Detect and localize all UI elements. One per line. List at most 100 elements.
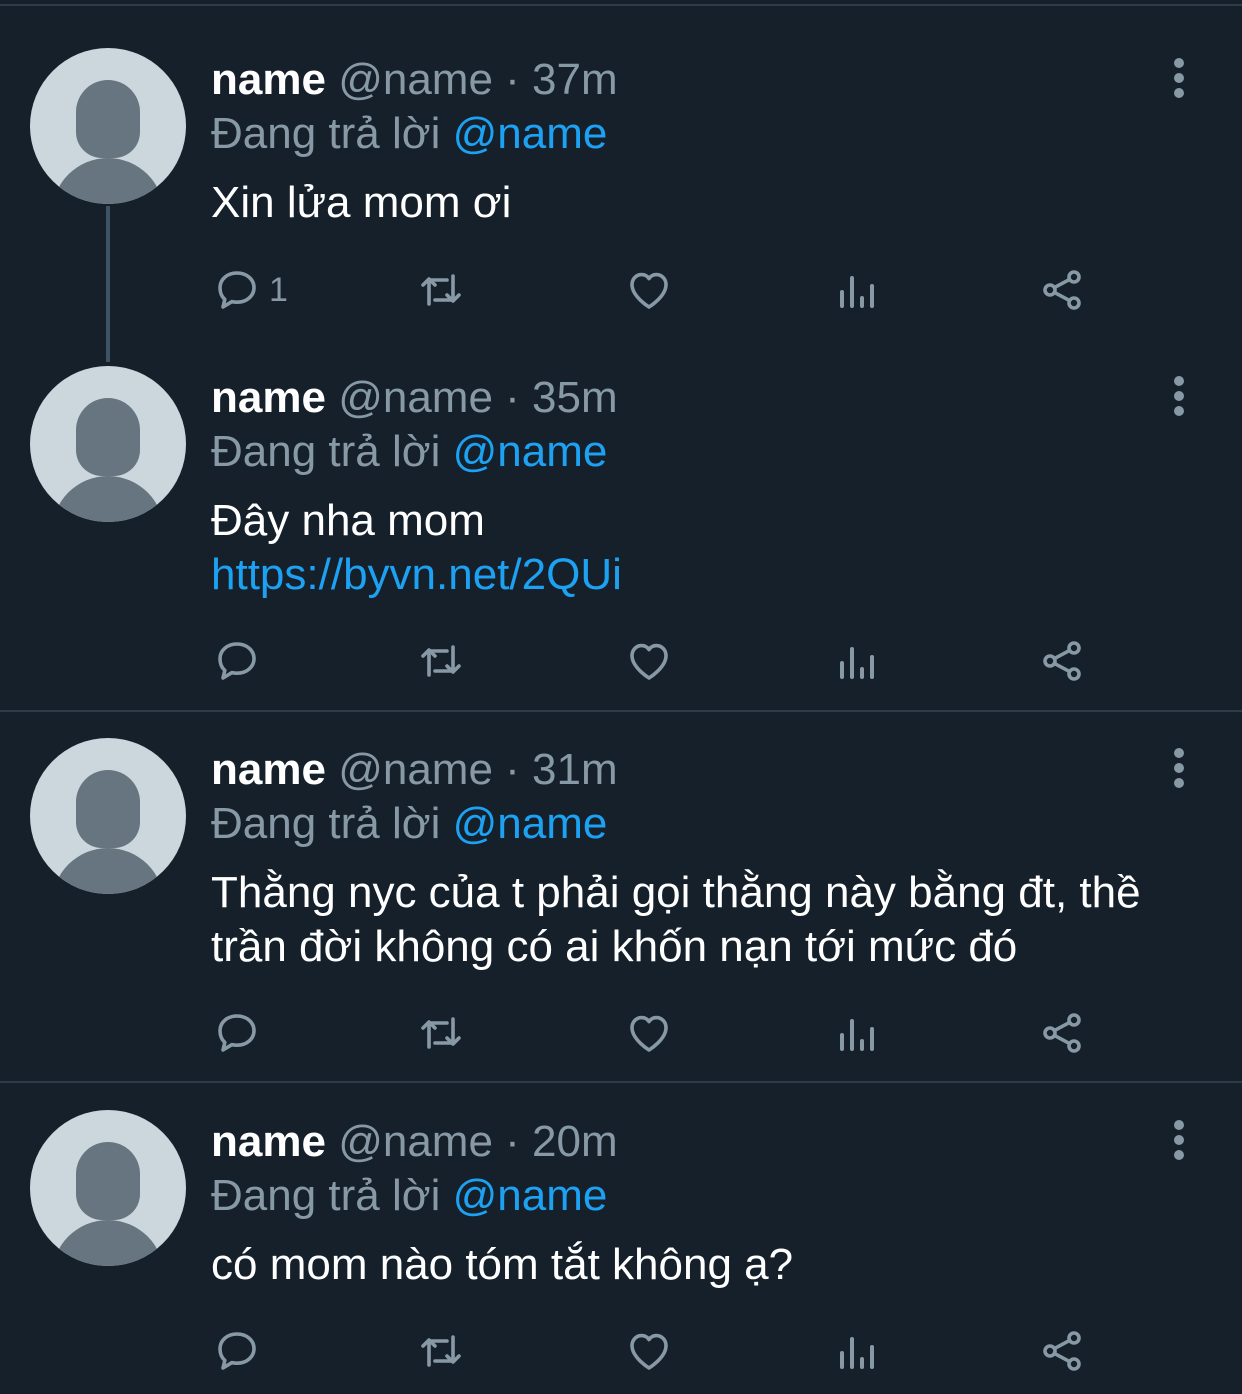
avatar-head-shape [76,398,140,476]
more-vertical-icon[interactable] [1166,1120,1192,1160]
timestamp[interactable]: 20m [532,1117,618,1166]
replying-to: Đang trả lời @name [211,1168,607,1224]
more-vertical-icon[interactable] [1166,376,1192,416]
share-button[interactable] [1038,636,1086,686]
avatar[interactable] [30,48,186,204]
reply-button[interactable] [213,1326,269,1376]
heart-icon [630,1333,668,1370]
tweet-header: name @name · 35m [211,370,618,426]
retweet-icon [421,1017,461,1049]
heart-icon [630,1015,668,1052]
handle[interactable]: @name [338,1117,493,1166]
display-name[interactable]: name [211,1117,326,1166]
avatar-head-shape [76,1142,140,1220]
reply-mention-link[interactable]: @name [453,799,608,848]
avatar[interactable] [30,738,186,894]
separator: · [505,1117,520,1166]
separator: · [505,55,520,104]
timestamp[interactable]: 37m [532,55,618,104]
share-icon [1043,270,1081,310]
like-button[interactable] [625,636,673,686]
replying-to: Đang trả lời @name [211,796,607,852]
tweet-actions [211,636,1111,686]
share-button[interactable] [1038,265,1086,315]
like-button[interactable] [625,265,673,315]
avatar-shoulders-shape [52,158,164,204]
replying-to-label: Đang trả lời [211,1171,441,1220]
retweet-icon [421,1335,461,1367]
retweet-button[interactable] [417,1326,465,1376]
handle[interactable]: @name [338,55,493,104]
analytics-icon [840,647,874,679]
like-button[interactable] [625,1008,673,1058]
retweet-button[interactable] [417,265,465,315]
tweet-1[interactable]: name @name · 37m Đang trả lời @name Xin … [0,48,1242,328]
tweet-actions [211,1326,1111,1376]
avatar[interactable] [30,366,186,522]
tweet-divider [0,1081,1242,1083]
more-vertical-icon[interactable] [1166,748,1192,788]
share-button[interactable] [1038,1008,1086,1058]
display-name[interactable]: name [211,745,326,794]
like-button[interactable] [625,1326,673,1376]
share-icon [1043,641,1081,681]
analytics-icon [840,1019,874,1051]
reply-mention-link[interactable]: @name [453,1171,608,1220]
analytics-icon [840,1337,874,1369]
reply-mention-link[interactable]: @name [453,427,608,476]
more-vertical-icon[interactable] [1166,58,1192,98]
display-name[interactable]: name [211,373,326,422]
display-name[interactable]: name [211,55,326,104]
replying-to: Đang trả lời @name [211,106,607,162]
analytics-button[interactable] [832,636,880,686]
heart-icon [630,643,668,680]
reply-mention-link[interactable]: @name [453,109,608,158]
retweet-icon [421,274,461,306]
reply-icon [218,1014,256,1052]
tweet-text-content: Đây nha mom [211,496,485,545]
analytics-button[interactable] [832,265,880,315]
top-divider [0,4,1242,6]
tweet-actions [211,1008,1111,1058]
reply-count: 1 [269,270,288,309]
retweet-button[interactable] [417,636,465,686]
reply-icon [218,642,256,680]
handle[interactable]: @name [338,745,493,794]
tweet-text-content: có mom nào tóm tắt không ạ? [211,1240,794,1289]
share-icon [1043,1013,1081,1053]
tweet-header: name @name · 37m [211,52,618,108]
tweet-text-content: Thằng nyc của t phải gọi thằng này bằng … [211,868,1141,971]
avatar-head-shape [76,770,140,848]
reply-button[interactable]: 1 [213,265,288,315]
analytics-button[interactable] [832,1008,880,1058]
tweet-text: Đây nha mom https://byvn.net/2QUi [211,494,1211,602]
tweet-divider [0,710,1242,712]
replying-to-label: Đang trả lời [211,799,441,848]
reply-button[interactable] [213,1008,269,1058]
tweet-text-content: Xin lửa mom ơi [211,178,512,227]
replying-to: Đang trả lời @name [211,424,607,480]
tweet-header: name @name · 20m [211,1114,618,1170]
tweet-text: Xin lửa mom ơi [211,176,1211,230]
avatar-head-shape [76,80,140,158]
timestamp[interactable]: 35m [532,373,618,422]
share-icon [1043,1331,1081,1371]
tweet-4[interactable]: name @name · 20m Đang trả lời @name có m… [0,1110,1242,1394]
tweet-text: Thằng nyc của t phải gọi thằng này bằng … [211,866,1201,974]
timestamp[interactable]: 31m [532,745,618,794]
avatar-shoulders-shape [52,476,164,522]
analytics-button[interactable] [832,1326,880,1376]
share-button[interactable] [1038,1326,1086,1376]
tweet-actions: 1 [211,265,1111,315]
reply-icon [218,271,256,309]
handle[interactable]: @name [338,373,493,422]
separator: · [505,373,520,422]
tweet-2[interactable]: name @name · 35m Đang trả lời @name Đây … [0,366,1242,696]
reply-button[interactable] [213,636,269,686]
avatar-shoulders-shape [52,848,164,894]
heart-icon [630,272,668,309]
avatar[interactable] [30,1110,186,1266]
retweet-button[interactable] [417,1008,465,1058]
tweet-3[interactable]: name @name · 31m Đang trả lời @name Thằn… [0,738,1242,1068]
tweet-link[interactable]: https://byvn.net/2QUi [211,548,1211,602]
